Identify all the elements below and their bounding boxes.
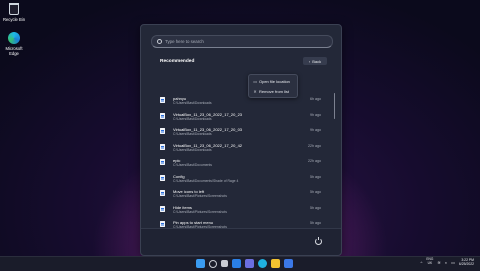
power-icon[interactable] — [315, 237, 322, 245]
search-input[interactable] — [165, 39, 325, 44]
menu-item-label: Remove from list — [259, 88, 290, 94]
item-time: 22h ago — [308, 143, 321, 148]
back-button[interactable]: ‹ Back — [303, 57, 327, 65]
item-path: C:\Users\Bast\Downloads — [173, 116, 212, 121]
item-path: C:\Users\Bast\Pictures\Screenshots — [173, 209, 227, 214]
file-icon — [160, 159, 165, 165]
desktop-icon-edge[interactable]: Microsoft Edge — [2, 32, 26, 56]
start-footer — [141, 228, 341, 255]
item-time: 5h ago — [310, 221, 321, 225]
file-explorer-icon[interactable] — [271, 259, 280, 268]
context-menu: ▭ Open file location ✕ Remove from list — [248, 74, 298, 98]
menu-item-remove-from-list[interactable]: ✕ Remove from list — [249, 86, 297, 96]
file-icon — [160, 190, 165, 196]
desktop-icon-label: Recycle Bin — [2, 17, 26, 22]
file-icon — [160, 174, 165, 181]
file-icon — [160, 205, 165, 212]
item-path: C:\Users\Bast\Downloads — [173, 132, 212, 136]
chevron-up-icon[interactable]: ^ — [421, 260, 423, 265]
store-icon[interactable] — [284, 259, 293, 268]
desktop-icon-label: Microsoft Edge — [5, 46, 23, 56]
task-view-icon[interactable] — [221, 260, 228, 267]
widgets-icon[interactable] — [232, 259, 241, 268]
desktop-icon-recycle-bin[interactable]: Recycle Bin — [2, 3, 26, 22]
list-item[interactable]: Config C:\Users\Bast\Documents\Shade of … — [157, 173, 329, 187]
menu-item-label: Open file location — [259, 78, 290, 84]
edge-icon — [8, 32, 20, 44]
item-path: C:\Users\Bast\Documents\Shade of Rage 4 — [173, 178, 239, 183]
start-menu: Recommended ‹ Back pahnyu C:\Users\Bast\… — [140, 24, 342, 256]
language-indicator[interactable]: ENG UK — [426, 258, 433, 266]
list-item[interactable]: VirtualBox_11_23_06_2022_17_20_42 C:\Use… — [157, 142, 329, 156]
file-icon — [160, 112, 165, 119]
search-icon[interactable] — [209, 260, 217, 268]
battery-icon[interactable]: ▭ — [451, 260, 455, 265]
file-icon — [160, 143, 165, 150]
item-time: 9h ago — [310, 112, 321, 117]
item-time: 6h ago — [310, 97, 321, 101]
search-icon — [157, 39, 162, 44]
search-box[interactable] — [151, 35, 333, 48]
file-icon — [160, 128, 165, 134]
file-icon — [160, 221, 165, 227]
item-time: 5h ago — [310, 174, 321, 179]
volume-icon[interactable]: ◖ — [445, 260, 447, 265]
back-button-label: Back — [312, 58, 322, 64]
edge-icon[interactable] — [258, 259, 267, 268]
windows-start-icon[interactable] — [196, 259, 205, 268]
item-time: 5h ago — [310, 190, 321, 194]
menu-item-open-file-location[interactable]: ▭ Open file location — [249, 76, 297, 86]
list-item[interactable]: VirtualBox_11_23_06_2022_17_20_23 C:\Use… — [157, 111, 329, 125]
item-time: 22h ago — [308, 159, 321, 163]
taskbar-apps — [196, 259, 293, 268]
system-tray: ^ ENG UK ≋ ◖ ▭ 3:22 PM 6/25/2022 — [421, 258, 474, 267]
folder-open-icon: ▭ — [253, 79, 257, 84]
chevron-left-icon: ‹ — [308, 58, 311, 64]
clock-date: 6/25/2022 — [458, 262, 474, 267]
clock[interactable]: 3:22 PM 6/25/2022 — [459, 258, 474, 266]
list-item[interactable]: pahnyu C:\Users\Bast\Downloads 6h ago — [157, 95, 329, 109]
item-time: 9h ago — [310, 128, 321, 132]
lang-region: UK — [427, 261, 433, 266]
list-item[interactable]: Hide items C:\Users\Bast\Pictures\Screen… — [157, 204, 329, 218]
file-icon — [160, 97, 165, 103]
list-item[interactable]: VirtualBox_11_23_06_2022_17_20_03 C:\Use… — [157, 126, 329, 140]
recommended-heading: Recommended — [160, 59, 195, 64]
chat-icon[interactable] — [245, 259, 254, 268]
wifi-icon[interactable]: ≋ — [437, 260, 440, 265]
list-item[interactable]: Move icons to left C:\Users\Bast\Picture… — [157, 188, 329, 202]
list-item[interactable]: epic C:\Users\Bast\Documents 22h ago — [157, 157, 329, 171]
item-path: C:\Users\Bast\Downloads — [173, 101, 212, 105]
recycle-bin-icon — [9, 3, 19, 15]
item-path: C:\Users\Bast\Downloads — [173, 147, 212, 152]
close-icon: ✕ — [253, 89, 257, 94]
item-time: 5h ago — [310, 205, 321, 210]
taskbar: ^ ENG UK ≋ ◖ ▭ 3:22 PM 6/25/2022 — [0, 256, 480, 271]
scrollbar[interactable] — [334, 93, 336, 119]
item-path: C:\Users\Bast\Pictures\Screenshots — [173, 194, 227, 198]
item-path: C:\Users\Bast\Documents — [173, 163, 213, 167]
